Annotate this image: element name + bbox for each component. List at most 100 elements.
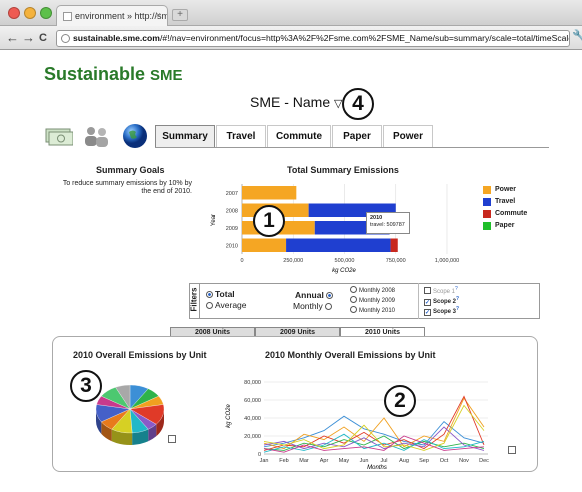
line-y-axis-label: kg CO2e <box>226 404 232 428</box>
checkbox-icon <box>424 287 431 294</box>
zoom-window-button[interactable] <box>40 7 52 19</box>
legend-label: Commute <box>495 210 528 217</box>
checkbox-checked-icon: ✓ <box>424 309 431 316</box>
line-x-tick-label: Mar <box>299 458 309 464</box>
radio-monthly[interactable]: Monthly <box>293 301 334 311</box>
goals-text: To reduce summary emissions by 10% by th… <box>62 180 192 195</box>
line-x-tick-label: Sep <box>419 458 429 464</box>
line-x-tick-label: Jun <box>360 458 369 464</box>
bar-x-axis-label: kg CO2e <box>332 268 356 274</box>
tab-summary[interactable]: Summary <box>155 125 215 148</box>
filters-label: Filters <box>189 287 199 312</box>
callout-2: 2 <box>384 385 416 417</box>
brand-name: Sustainable <box>44 64 146 84</box>
line-y-tick-label: 40,000 <box>244 416 261 422</box>
line-x-tick-label: Jul <box>380 458 387 464</box>
line-y-tick-label: 80,000 <box>244 380 261 386</box>
legend-item-paper[interactable]: Paper <box>483 222 527 234</box>
close-window-button[interactable] <box>8 7 20 19</box>
checkbox-label: Scope 2 <box>433 299 457 305</box>
checkbox-checked-icon: ✓ <box>424 299 431 306</box>
money-icon[interactable] <box>45 126 73 146</box>
tab-travel[interactable]: Travel <box>216 125 266 148</box>
filters-divider <box>418 283 419 319</box>
people-icon[interactable] <box>81 124 111 148</box>
radio-label: Monthly 2009 <box>359 298 396 304</box>
tab-power[interactable]: Power <box>383 125 433 148</box>
help-icon[interactable]: ? <box>456 296 459 302</box>
radio-annual-label: Annual <box>295 290 324 300</box>
radio-total[interactable]: Total <box>206 289 235 299</box>
expand-chart-icon[interactable] <box>168 435 176 443</box>
bar-y-tick-label: 2008 <box>226 208 238 214</box>
forward-button[interactable]: → <box>22 30 35 46</box>
globe-icon[interactable] <box>122 123 148 149</box>
bar-x-tick-label: 1,000,000 <box>435 258 459 264</box>
summary-legend: Power Travel Commute Paper <box>483 186 527 234</box>
bar-y-tick-label: 2010 <box>226 243 238 249</box>
legend-item-commute[interactable]: Commute <box>483 210 527 222</box>
globe-icon <box>61 34 70 43</box>
checkbox-label: Scope 1 <box>433 289 456 295</box>
help-icon[interactable]: ? <box>456 306 459 312</box>
radio-monthly-icon <box>325 303 333 310</box>
legend-item-travel[interactable]: Travel <box>483 198 527 210</box>
line-series <box>263 395 485 451</box>
checkbox-label: Scope 3 <box>433 309 457 315</box>
radio-annual-icon <box>326 292 334 299</box>
tooltip-value: travel: 509787 <box>370 222 405 228</box>
legend-swatch <box>483 222 491 230</box>
radio-monthly-2010[interactable]: Monthly 2010 <box>350 306 395 314</box>
browser-titlebar: environment » http://sme... × + <box>0 0 582 26</box>
browser-toolbar: ← → C sustainable.sme.com/#!/nav=environ… <box>0 26 582 50</box>
minimize-window-button[interactable] <box>24 7 36 19</box>
line-x-tick-label: Dec <box>479 458 489 464</box>
bar-y-tick-label: 2007 <box>226 191 238 197</box>
new-tab-button[interactable]: + <box>172 9 188 21</box>
checkbox-scope-2[interactable]: ✓ Scope 2? <box>424 296 459 306</box>
line-y-tick-label: 20,000 <box>244 434 261 440</box>
organization-name: SME - Name <box>250 94 331 110</box>
radio-label: Monthly 2010 <box>359 308 396 314</box>
bar-segment <box>390 238 398 252</box>
url-host: sustainable.sme.com <box>73 33 160 43</box>
radio-annual[interactable]: Annual <box>295 290 335 300</box>
page-favicon-icon <box>63 12 72 21</box>
browser-tab[interactable]: environment » http://sme... × <box>56 5 168 26</box>
checkbox-scope-3[interactable]: ✓ Scope 3? <box>424 306 459 316</box>
radio-monthly-2008[interactable]: Monthly 2008 <box>350 286 395 294</box>
page-title[interactable]: SME - Name ▽ <box>250 94 342 110</box>
callout-3: 3 <box>70 370 102 402</box>
bar-segment <box>286 238 391 252</box>
legend-swatch <box>483 186 491 194</box>
radio-monthly-label: Monthly <box>293 301 323 311</box>
tab-paper[interactable]: Paper <box>332 125 382 148</box>
legend-swatch <box>483 198 491 206</box>
bar-x-tick-label: 750,000 <box>386 258 406 264</box>
brand-suffix: SME <box>150 67 183 84</box>
close-tab-icon[interactable]: × <box>156 10 161 20</box>
expand-chart-icon[interactable] <box>508 446 516 454</box>
monthly-line-chart[interactable]: kg CO2e Months 020,00040,00060,00080,000… <box>222 374 498 472</box>
legend-swatch <box>483 210 491 218</box>
line-x-axis-label: Months <box>367 465 387 471</box>
back-button[interactable]: ← <box>6 30 19 46</box>
legend-item-power[interactable]: Power <box>483 186 527 198</box>
wrench-icon[interactable]: 🔧 <box>572 29 582 43</box>
summary-bar-chart[interactable]: Year kg CO2e 0 250,000 500,000 750,000 1,000… <box>205 180 475 275</box>
summary-chart-title: Total Summary Emissions <box>287 165 399 175</box>
tab-commute[interactable]: Commute <box>267 125 331 148</box>
radio-icon <box>350 306 357 313</box>
bar-x-tick-label: 0 <box>240 258 243 264</box>
unit-pie-chart[interactable] <box>92 375 172 455</box>
legend-label: Travel <box>495 198 516 205</box>
help-icon[interactable]: ? <box>455 286 458 292</box>
checkbox-scope-1[interactable]: Scope 1? <box>424 286 458 295</box>
line-x-tick-label: Feb <box>279 458 288 464</box>
radio-total-label: Total <box>215 289 235 299</box>
radio-average[interactable]: Average <box>206 300 247 310</box>
radio-monthly-2009[interactable]: Monthly 2009 <box>350 296 395 304</box>
address-bar[interactable]: sustainable.sme.com/#!/nav=environment/f… <box>56 30 570 47</box>
reload-button[interactable]: C <box>39 30 47 46</box>
brand-logo[interactable]: Sustainable SME <box>44 64 183 85</box>
